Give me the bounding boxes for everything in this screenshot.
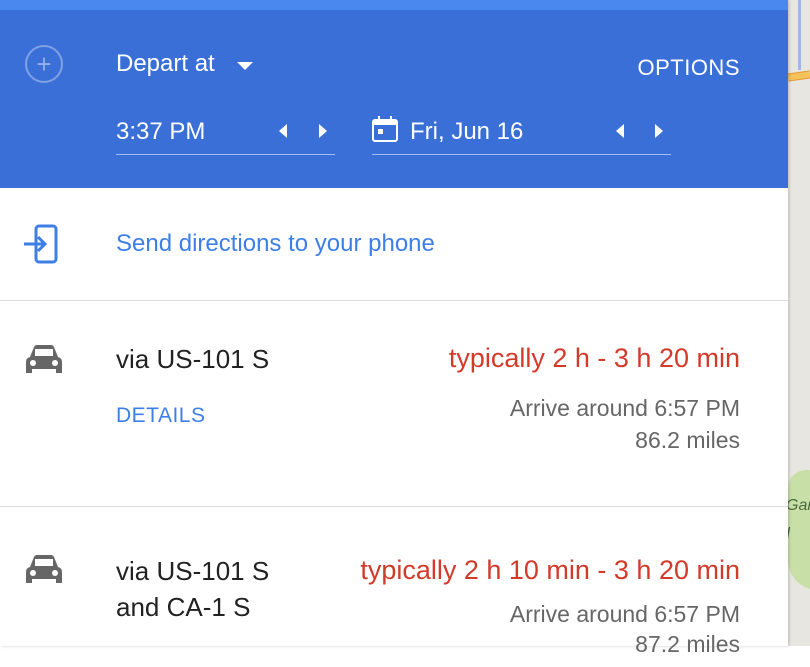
depart-at-label: Depart at: [116, 50, 215, 77]
date-next-arrow-icon[interactable]: [655, 124, 663, 138]
date-field[interactable]: Fri, Jun 16: [372, 110, 671, 155]
send-to-phone-icon: [24, 224, 58, 264]
time-value[interactable]: 3:37 PM: [116, 118, 205, 146]
route-distance: 86.2 miles: [635, 427, 740, 453]
route-via: via US-101 S and CA-1 S: [116, 556, 270, 622]
departure-header: + Depart at OPTIONS 3:37 PM Fri, Jun 16: [0, 0, 788, 188]
car-icon: [26, 345, 62, 373]
add-destination-button[interactable]: +: [25, 45, 63, 83]
map-road: [798, 0, 801, 70]
route-arrival-time: Arrive around 6:57 PM: [509, 601, 740, 627]
route-via: via US-101 S: [116, 344, 270, 374]
map-highway: [788, 70, 810, 82]
options-button[interactable]: OPTIONS: [637, 55, 740, 81]
date-value[interactable]: Fri, Jun 16: [410, 118, 523, 146]
map-park-label: Gar I: [788, 497, 810, 542]
details-button[interactable]: DETAILS: [116, 404, 205, 428]
calendar-icon: [372, 116, 398, 142]
date-prev-arrow-icon[interactable]: [616, 124, 624, 138]
route-duration: typically 2 h 10 min - 3 h 20 min: [360, 555, 740, 585]
depart-at-dropdown[interactable]: Depart at: [116, 50, 253, 78]
route-distance: 87.2 miles: [635, 631, 740, 657]
time-prev-arrow-icon[interactable]: [279, 124, 287, 138]
route-option[interactable]: via US-101 S typically 2 h - 3 h 20 min …: [0, 301, 788, 507]
directions-panel: + Depart at OPTIONS 3:37 PM Fri, Jun 16: [0, 0, 788, 657]
time-field[interactable]: 3:37 PM: [116, 110, 335, 155]
route-option[interactable]: via US-101 S and CA-1 S typically 2 h 10…: [0, 507, 788, 667]
map-area[interactable]: Gar I: [788, 0, 810, 646]
send-to-phone-link[interactable]: Send directions to your phone: [116, 230, 435, 258]
caret-down-icon: [236, 62, 253, 70]
time-next-arrow-icon[interactable]: [319, 124, 327, 138]
send-to-phone-row[interactable]: Send directions to your phone: [0, 188, 788, 301]
route-duration: typically 2 h - 3 h 20 min: [448, 343, 740, 373]
car-icon: [26, 555, 62, 583]
route-arrival-time: Arrive around 6:57 PM: [509, 395, 740, 421]
plus-icon: +: [36, 49, 52, 79]
